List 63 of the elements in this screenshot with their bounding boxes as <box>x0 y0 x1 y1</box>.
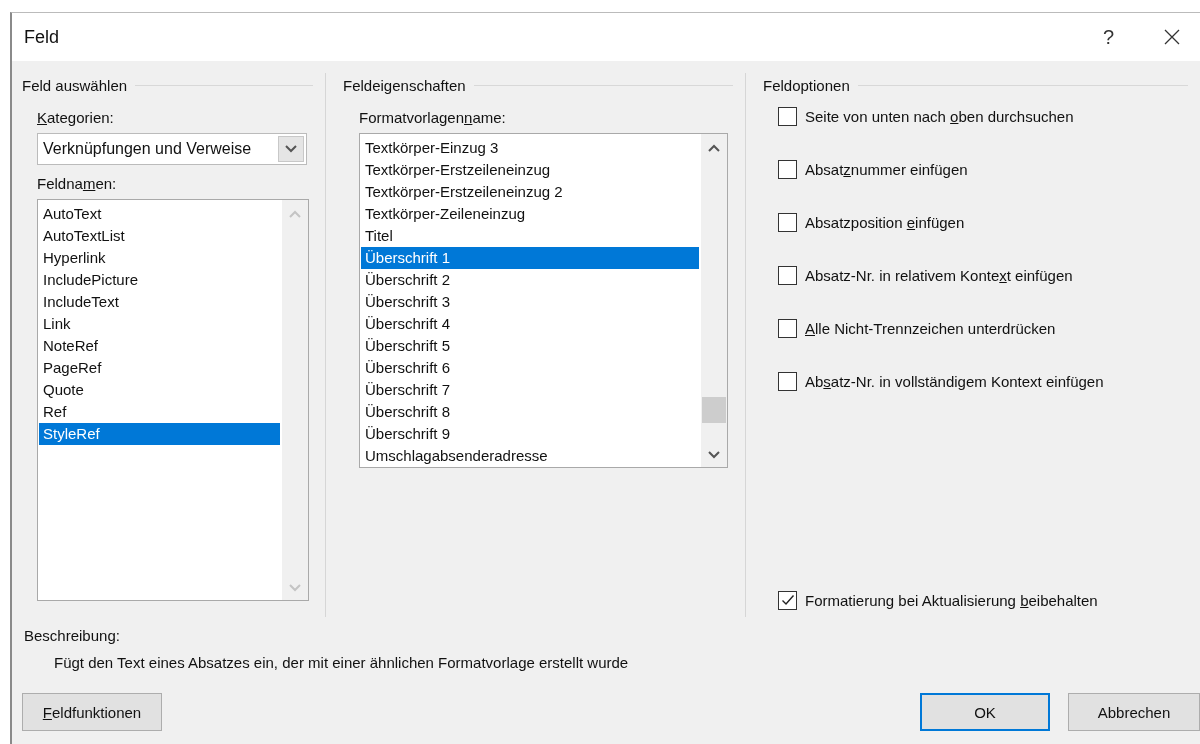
checkbox-option[interactable]: Absatz-Nr. in vollständigem Kontext einfügen <box>778 370 1104 392</box>
dialog-button[interactable]: OK <box>920 693 1050 731</box>
description-text: Fügt den Text eines Absatzes ein, der mit einer ähnlichen Formatvorlage erstellt wurde <box>53 654 630 671</box>
scrollbar[interactable] <box>701 134 727 467</box>
categories-label: Kategorien: <box>37 108 115 128</box>
chevron-down-icon[interactable] <box>708 451 720 459</box>
checkbox[interactable] <box>778 212 797 232</box>
style-list[interactable] <box>359 133 728 468</box>
list-item[interactable]: IncludePicture <box>39 269 280 291</box>
dropdown-button[interactable] <box>278 136 304 162</box>
help-button[interactable]: ? <box>1102 25 1114 49</box>
group-title: Feldoptionen <box>763 76 850 94</box>
dialog-button[interactable]: Abbrechen <box>1068 693 1200 731</box>
checkbox-option[interactable]: Alle Nicht-Trennzeichen unterdrücken <box>778 317 1056 339</box>
list-item[interactable]: IncludeText <box>39 291 280 313</box>
field-names-list[interactable]: AutoText AutoTextList Hyperlink IncludePicture IncludeText Link NoteRef PageRef Quote Ref StyleRef <box>37 199 309 601</box>
checkbox-option[interactable]: Absatznummer einfügen <box>778 158 968 180</box>
style-name-label: Formatvorlagenname: <box>359 108 507 128</box>
scrollbar-thumb[interactable] <box>702 397 726 423</box>
list-item[interactable]: Quote <box>39 379 280 401</box>
list-item[interactable]: Überschrift 4 <box>361 313 699 335</box>
list-item[interactable]: Textkörper-Zeileneinzug <box>361 203 699 225</box>
checkbox[interactable] <box>778 106 797 126</box>
list-item[interactable]: Überschrift 5 <box>361 335 699 357</box>
list-item[interactable]: AutoText <box>39 203 280 225</box>
checkbox[interactable] <box>778 590 797 610</box>
list-item[interactable]: Link <box>39 313 280 335</box>
description-label: Beschreibung: <box>24 627 121 644</box>
list-item[interactable]: Umschlagabsenderadresse <box>361 445 699 467</box>
list-item[interactable]: StyleRef <box>39 423 280 445</box>
list-item[interactable]: Hyperlink <box>39 247 280 269</box>
category-dropdown[interactable]: Verknüpfungen und Verweise <box>37 133 307 165</box>
checkbox-option[interactable]: Seite von unten nach oben durchsuchen <box>778 105 1074 127</box>
checkbox[interactable] <box>778 159 797 179</box>
list-item[interactable]: Textkörper-Erstzeileneinzug 2 <box>361 181 699 203</box>
list-item[interactable]: Überschrift 2 <box>361 269 699 291</box>
list-item[interactable]: Titel <box>361 225 699 247</box>
dialog-button[interactable]: Feldfunktionen <box>22 693 162 731</box>
group-title: Feldeigenschaften <box>343 76 466 94</box>
checkbox-option[interactable]: Formatierung bei Aktualisierung beibehalten <box>778 589 1098 611</box>
chevron-up-icon[interactable] <box>708 144 720 152</box>
checkbox[interactable] <box>778 265 797 285</box>
list-item[interactable]: Textkörper-Erstzeileneinzug <box>361 159 699 181</box>
field-names-label: Feldnamen: <box>37 174 118 194</box>
checkbox-option[interactable]: Absatzposition einfügen <box>778 211 965 233</box>
list-item[interactable]: Ref <box>39 401 280 423</box>
list-item[interactable]: Textkörper-Einzug 3 <box>361 137 699 159</box>
list-item[interactable]: PageRef <box>39 357 280 379</box>
list-item[interactable]: NoteRef <box>39 335 280 357</box>
list-item[interactable]: Überschrift 9 <box>361 423 699 445</box>
chevron-down-icon[interactable] <box>285 145 297 153</box>
window-title: Feld <box>24 26 60 48</box>
list-item[interactable]: Überschrift 8 <box>361 401 699 423</box>
list-item[interactable]: Überschrift 3 <box>361 291 699 313</box>
close-icon[interactable] <box>1164 29 1180 45</box>
list-item[interactable]: Überschrift 1 <box>361 247 699 269</box>
list-item[interactable]: AutoTextList <box>39 225 280 247</box>
checkbox-option[interactable]: Absatz-Nr. in relativem Kontext einfügen <box>778 264 1073 286</box>
checkbox[interactable] <box>778 371 797 391</box>
checkbox[interactable] <box>778 318 797 338</box>
list-item[interactable]: Überschrift 6 <box>361 357 699 379</box>
group-title: Feld auswählen <box>22 76 128 94</box>
list-item[interactable]: Überschrift 7 <box>361 379 699 401</box>
